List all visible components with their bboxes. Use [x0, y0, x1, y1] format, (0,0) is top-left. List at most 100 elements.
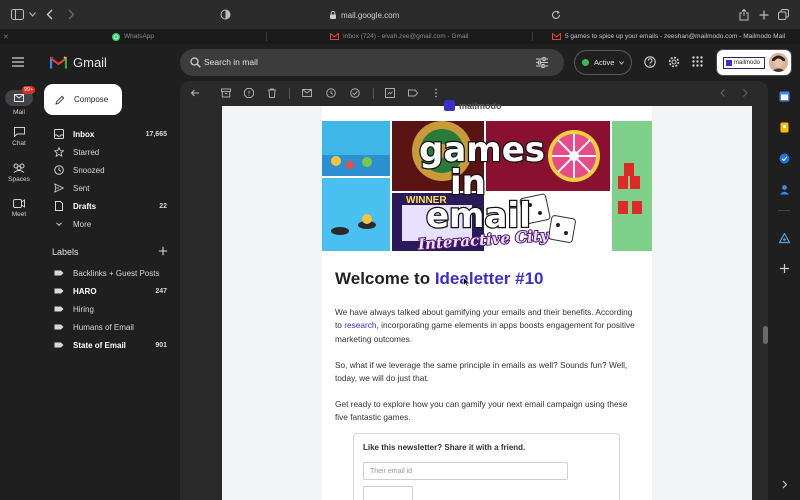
- archive-icon[interactable]: [221, 88, 231, 98]
- gmail-icon: [330, 33, 339, 40]
- tab-bar: ✕ WhatsApp Inbox (724) - eivah.zee@gmail…: [0, 29, 800, 44]
- privacy-report-icon[interactable]: [218, 7, 233, 22]
- hero-illustration: WINNER games in email Interactive City: [322, 121, 652, 251]
- tab-divider: [266, 32, 267, 41]
- settings-gear-icon[interactable]: [668, 56, 680, 68]
- back-arrow-icon[interactable]: [190, 88, 200, 98]
- main-menu-icon[interactable]: [12, 57, 24, 67]
- search-icon[interactable]: [190, 57, 201, 68]
- rail-divider: [778, 210, 790, 211]
- label-tag-icon: [54, 304, 64, 314]
- lock-icon: [330, 11, 336, 19]
- pencil-icon: [55, 95, 65, 105]
- expand-panel-icon[interactable]: [779, 479, 790, 490]
- clock-icon: [54, 165, 64, 175]
- gmail-icon: [552, 33, 561, 40]
- status-button[interactable]: Active: [574, 50, 632, 75]
- share-icon[interactable]: [736, 7, 751, 22]
- add-task-icon[interactable]: [350, 88, 360, 98]
- rail-item-spaces[interactable]: Spaces: [0, 163, 38, 183]
- search-options-icon[interactable]: [536, 57, 548, 68]
- message-body: mailmodo WINNER games in email Interacti…: [222, 100, 768, 500]
- label-hiring[interactable]: Hiring: [38, 300, 178, 318]
- keep-icon[interactable]: [779, 122, 790, 133]
- sidebar-toggle-icon[interactable]: [10, 7, 25, 22]
- report-spam-icon[interactable]: [244, 88, 254, 98]
- nav-drafts[interactable]: Drafts 22: [38, 197, 178, 215]
- tab-overview-icon[interactable]: [776, 7, 791, 22]
- rail-item-mail[interactable]: 99+ Mail: [0, 86, 38, 116]
- draft-file-icon: [54, 201, 64, 211]
- add-label-icon[interactable]: [158, 246, 168, 256]
- label-state-of-email[interactable]: State of Email 901: [38, 336, 178, 354]
- nav-sent[interactable]: Sent: [38, 179, 178, 197]
- label-as-icon[interactable]: [408, 88, 418, 98]
- star-icon: [54, 147, 64, 157]
- delete-trash-icon[interactable]: [267, 88, 277, 98]
- label-tag-icon: [54, 268, 64, 278]
- gmail-header: Gmail Search in mail Active mailmodo: [0, 44, 800, 81]
- new-tab-icon[interactable]: [756, 7, 771, 22]
- addon-icon[interactable]: [779, 233, 790, 244]
- google-apps-icon[interactable]: [692, 56, 703, 67]
- nav-inbox[interactable]: Inbox 17,665: [38, 125, 178, 143]
- add-addon-icon[interactable]: [779, 263, 790, 274]
- research-link[interactable]: research: [344, 320, 376, 330]
- calendar-icon[interactable]: [779, 91, 790, 102]
- url-text: mail.google.com: [341, 10, 400, 20]
- issue-link[interactable]: Idealetter #10: [435, 269, 544, 288]
- back-icon[interactable]: [42, 7, 57, 22]
- account-switcher[interactable]: mailmodo: [716, 49, 792, 76]
- search-bar[interactable]: Search in mail: [180, 49, 564, 76]
- address-bar[interactable]: mail.google.com: [330, 8, 399, 22]
- reload-icon[interactable]: [548, 7, 563, 22]
- friend-email-input[interactable]: Their email id: [363, 462, 568, 480]
- tasks-icon[interactable]: [779, 153, 790, 164]
- whatsapp-icon: [112, 32, 120, 41]
- second-paragraph: So, what if we leverage the same princip…: [335, 360, 628, 384]
- previous-message-icon[interactable]: [718, 88, 728, 98]
- next-message-icon[interactable]: [740, 88, 750, 98]
- inbox-icon: [54, 129, 64, 139]
- more-options-icon[interactable]: [431, 88, 441, 98]
- help-icon[interactable]: [644, 56, 656, 68]
- share-submit-button[interactable]: [363, 486, 413, 500]
- mark-unread-icon[interactable]: [302, 88, 312, 98]
- meet-video-icon: [13, 199, 25, 208]
- label-tag-icon: [54, 322, 64, 332]
- tab-whatsapp[interactable]: WhatsApp: [112, 29, 154, 44]
- toolbar-divider: [373, 88, 374, 99]
- browser-toolbar: mail.google.com: [0, 0, 800, 29]
- rail-item-chat[interactable]: Chat: [0, 127, 38, 147]
- label-haro[interactable]: HARO 247: [38, 282, 178, 300]
- chevron-down-icon[interactable]: [25, 7, 40, 22]
- label-backlinks-guest-posts[interactable]: Backlinks + Guest Posts: [38, 264, 178, 282]
- nav-more[interactable]: More: [38, 215, 178, 233]
- forward-icon[interactable]: [64, 7, 79, 22]
- label-tag-icon: [54, 286, 64, 296]
- mouse-cursor-icon: [463, 277, 470, 287]
- snooze-clock-icon[interactable]: [326, 88, 336, 98]
- gmail-logo[interactable]: Gmail: [50, 55, 107, 70]
- close-tab-icon[interactable]: ✕: [3, 29, 9, 44]
- rail-item-meet[interactable]: Meet: [0, 199, 38, 218]
- search-input[interactable]: Search in mail: [204, 57, 258, 67]
- move-to-icon[interactable]: [385, 88, 395, 98]
- intro-paragraph: We have always talked about gamifying yo…: [335, 307, 635, 344]
- message-view: mailmodo WINNER games in email Interacti…: [180, 81, 768, 500]
- label-tag-icon: [54, 340, 64, 350]
- avatar: [769, 53, 788, 72]
- compose-button[interactable]: Compose: [44, 84, 122, 115]
- tab-mailmodo-mail[interactable]: 5 games to spice up your emails - zeesha…: [552, 29, 785, 44]
- share-title: Like this newsletter? Share it with a fr…: [363, 443, 526, 452]
- nav-snoozed[interactable]: Snoozed: [38, 161, 178, 179]
- mailmodo-logo-icon: [444, 100, 455, 111]
- active-status-dot: [582, 59, 589, 66]
- tab-gmail-inbox[interactable]: Inbox (724) - eivah.zee@gmail.com - Gmai…: [330, 29, 468, 44]
- newsletter-heading: Welcome to Idealetter #10: [335, 269, 544, 288]
- newsletter-brand: mailmodo: [444, 100, 502, 111]
- label-humans-of-email[interactable]: Humans of Email: [38, 318, 178, 336]
- send-icon: [54, 183, 64, 193]
- contacts-icon[interactable]: [779, 184, 790, 195]
- nav-starred[interactable]: Starred: [38, 143, 178, 161]
